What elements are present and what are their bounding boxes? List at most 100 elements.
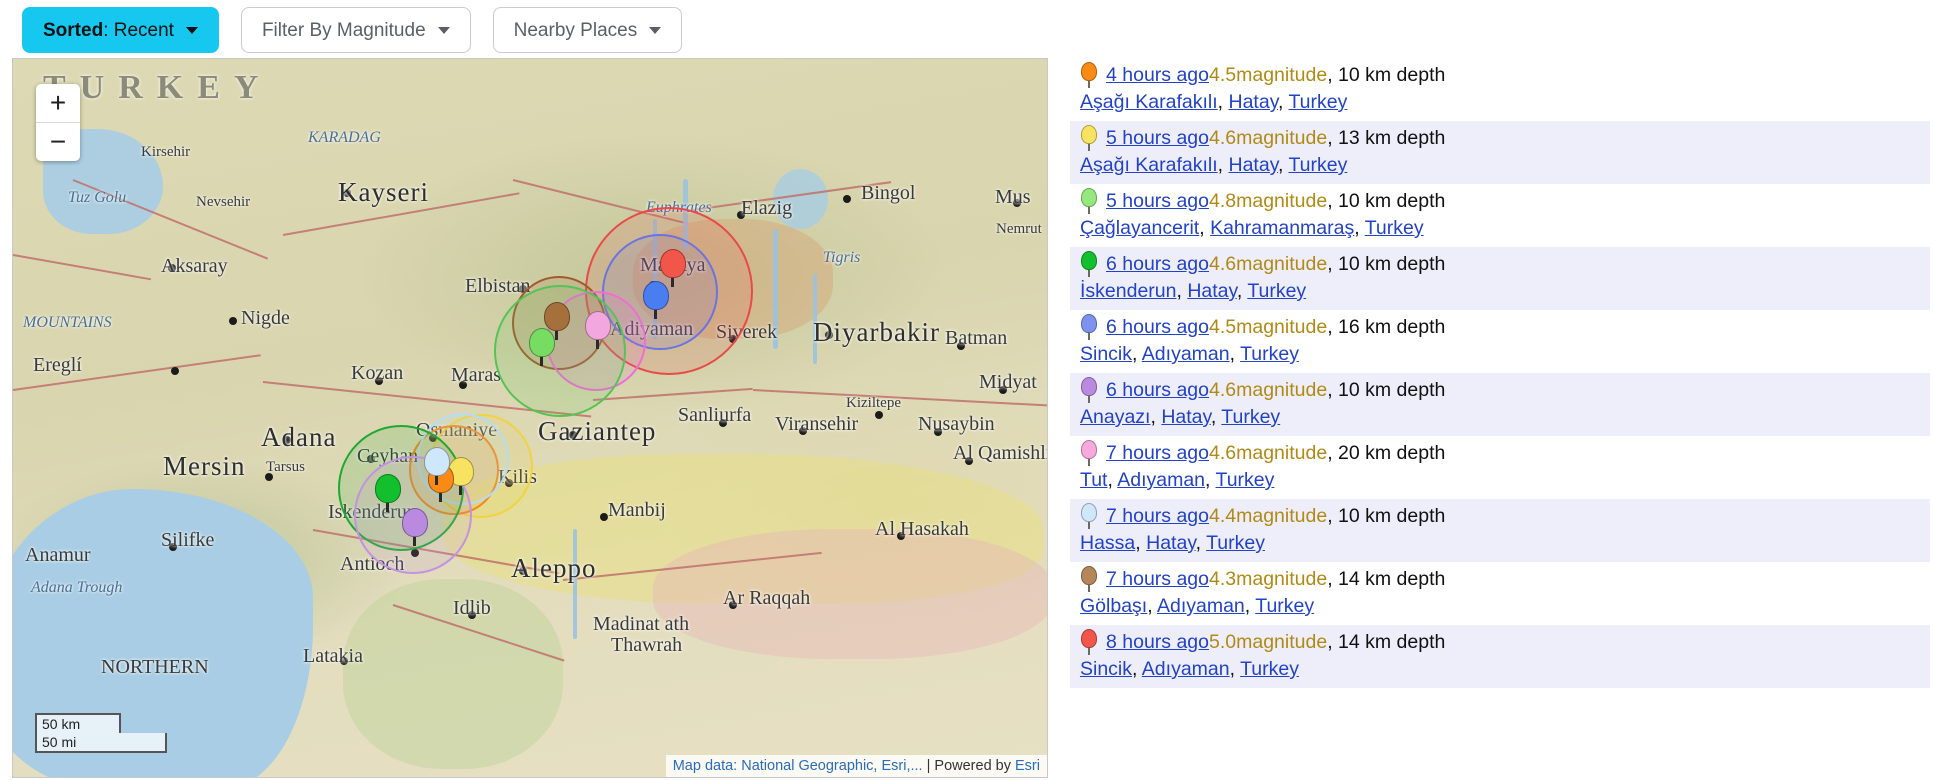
map-pin-iskenderun[interactable] [375,474,401,512]
quake-place-link[interactable]: Anayazı [1080,406,1150,428]
quake-region-link[interactable]: Hatay [1146,532,1196,554]
quake-time-link[interactable]: 5 hours ago [1106,125,1209,152]
quake-region-link[interactable]: Hatay [1187,280,1237,302]
earthquake-list[interactable]: 4 hours ago 4.5 magnitude, 10 km depth A… [1070,58,1930,780]
quake-time-link[interactable]: 6 hours ago [1106,314,1209,341]
map-pin-caglayancerit[interactable] [529,328,555,366]
map-scale-km: 50 km [35,713,121,733]
map-label: MOUNTAINS [23,314,112,331]
map-label: Silifke [161,529,215,551]
quake-country-link[interactable]: Turkey [1216,469,1275,491]
quake-country-link[interactable]: Turkey [1365,217,1424,239]
map-attribution-source[interactable]: Map data: National Geographic, Esri,... [673,758,923,774]
quake-region-link[interactable]: Adıyaman [1117,469,1205,491]
list-item[interactable]: 6 hours ago 4.6 magnitude, 10 km depth İ… [1070,247,1930,310]
pin-head [1081,314,1097,333]
quake-region-link[interactable]: Adıyaman [1142,343,1230,365]
quake-country-link[interactable]: Turkey [1288,154,1347,176]
quake-country-link[interactable]: Turkey [1255,595,1314,617]
map-label: Latakia [303,645,363,667]
list-pin-icon [1080,125,1098,152]
pin-head [1081,566,1097,585]
list-item[interactable]: 5 hours ago 4.8 magnitude, 10 km depth Ç… [1070,184,1930,247]
list-item[interactable]: 6 hours ago 4.6 magnitude, 10 km depth A… [1070,373,1930,436]
quake-place-link[interactable]: Gölbaşı [1080,595,1147,617]
quake-region-link[interactable]: Adıyaman [1157,595,1245,617]
quake-magnitude-word: magnitude [1236,568,1328,590]
quake-magnitude-word: magnitude [1236,505,1328,527]
quake-time-link[interactable]: 5 hours ago [1106,188,1209,215]
quake-magnitude: 4.4 [1209,505,1237,527]
list-item[interactable]: 6 hours ago 4.5 magnitude, 16 km depth S… [1070,310,1930,373]
map-zoom-controls[interactable]: + − [36,84,80,161]
quake-time-link[interactable]: 6 hours ago [1106,251,1209,278]
nearby-places-button[interactable]: Nearby Places [492,7,683,53]
quake-magnitude: 4.6 [1209,379,1237,401]
location-separator: , [1210,406,1222,428]
pin-head [529,328,555,357]
list-item[interactable]: 8 hours ago 5.0 magnitude, 14 km depth S… [1070,625,1930,688]
quake-place-link[interactable]: İskenderun [1080,280,1176,302]
quake-magnitude: 4.3 [1209,568,1237,590]
map-label: Nusaybin [918,413,995,435]
map-attribution-esri-link[interactable]: Esri [1015,758,1040,774]
pin-head [424,447,450,476]
list-item[interactable]: 5 hours ago 4.6 magnitude, 13 km depth A… [1070,121,1930,184]
map-label: Anamur [25,544,91,566]
quake-magnitude-word: magnitude [1236,379,1328,401]
quake-place-link[interactable]: Tut [1080,469,1107,491]
quake-summary-line: 6 hours ago 4.6 magnitude, 10 km depth [1070,251,1930,278]
quake-country-link[interactable]: Turkey [1240,658,1299,680]
quake-time-link[interactable]: 7 hours ago [1106,503,1209,530]
quake-place-link[interactable]: Hassa [1080,532,1135,554]
zoom-out-button[interactable]: − [36,123,80,161]
quake-place-link[interactable]: Sincik [1080,343,1132,365]
map-label: Kirsehir [141,144,191,160]
quake-country-link[interactable]: Turkey [1206,532,1265,554]
map-label: Adana [261,422,337,452]
quake-place-link[interactable]: Aşağı Karafakılı [1080,91,1218,113]
filter-by-magnitude-button[interactable]: Filter By Magnitude [240,7,471,53]
quake-magnitude: 5.0 [1209,631,1237,653]
quake-time-link[interactable]: 4 hours ago [1106,62,1209,89]
quake-time-link[interactable]: 7 hours ago [1106,566,1209,593]
quake-place-link[interactable]: Sincik [1080,658,1132,680]
quake-summary-line: 5 hours ago 4.6 magnitude, 13 km depth [1070,125,1930,152]
quake-magnitude: 4.6 [1209,253,1237,275]
sort-button[interactable]: Sorted: Recent [22,7,219,53]
earthquake-map[interactable]: TURKEY Kirsehir Nevsehir Kayseri Aksaray Nigd… [12,58,1048,778]
quake-region-link[interactable]: Hatay [1229,154,1279,176]
quake-region-link[interactable]: Hatay [1161,406,1211,428]
quake-magnitude: 4.6 [1209,442,1237,464]
map-label: Bingol [861,182,916,204]
map-pin-anayazi[interactable] [402,508,428,546]
quake-time-link[interactable]: 8 hours ago [1106,629,1209,656]
quake-country-link[interactable]: Turkey [1240,343,1299,365]
location-separator: , [1278,91,1289,113]
map-label: Kiziltepe [846,395,901,411]
map-pin-sincik[interactable] [643,281,669,319]
quake-time-link[interactable]: 7 hours ago [1106,440,1209,467]
list-item[interactable]: 4 hours ago 4.5 magnitude, 10 km depth A… [1070,58,1930,121]
quake-time-link[interactable]: 6 hours ago [1106,377,1209,404]
map-pin-tut[interactable] [585,311,611,349]
list-item[interactable]: 7 hours ago 4.3 magnitude, 14 km depth G… [1070,562,1930,625]
quake-country-link[interactable]: Turkey [1288,91,1347,113]
quake-place-link[interactable]: Çağlayancerit [1080,217,1199,239]
zoom-in-button[interactable]: + [36,84,80,123]
quake-region-link[interactable]: Kahramanmaraş [1210,217,1354,239]
pin-head [1081,125,1097,144]
map-label: Ereglí [33,354,82,376]
pin-head [1081,629,1097,648]
list-item[interactable]: 7 hours ago 4.6 magnitude, 20 km depth T… [1070,436,1930,499]
quake-region-link[interactable]: Adıyaman [1142,658,1230,680]
list-pin-icon [1080,566,1098,593]
quake-country-link[interactable]: Turkey [1221,406,1280,428]
quake-country-link[interactable]: Turkey [1247,280,1306,302]
pin-head [585,311,611,340]
location-separator: , [1107,469,1118,491]
quake-place-link[interactable]: Aşağı Karafakılı [1080,154,1218,176]
map-pin-hassa[interactable] [424,447,450,485]
list-item[interactable]: 7 hours ago 4.4 magnitude, 10 km depth H… [1070,499,1930,562]
quake-region-link[interactable]: Hatay [1229,91,1279,113]
